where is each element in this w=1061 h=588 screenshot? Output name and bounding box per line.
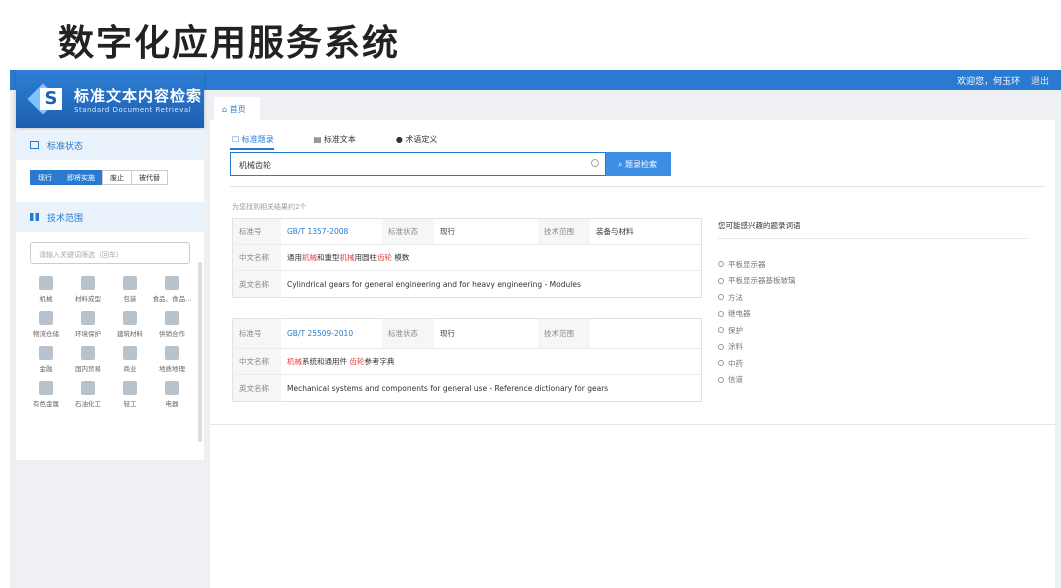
tab-catalog[interactable]: ☐ 标准题录 [232, 134, 294, 145]
search-icon [718, 261, 724, 268]
search-tabs: ☐ 标准题录 ▤ 标准文本 ● 术语定义 [232, 134, 477, 145]
category-item[interactable]: 环境保护 [68, 311, 108, 338]
logout-link[interactable]: 退出 [1031, 77, 1049, 87]
status-filter: 现行 即将实施 废止 被代替 [16, 160, 204, 200]
category-item[interactable]: 包装 [110, 276, 150, 303]
english-name: Cylindrical gears for general engineerin… [287, 279, 581, 289]
category-item[interactable]: 供销合作 [152, 311, 192, 338]
chemical-icon [81, 381, 95, 395]
divider [230, 186, 1045, 187]
category-item[interactable]: 石油化工 [68, 381, 108, 408]
tab-text[interactable]: ▤ 标准文本 [314, 134, 376, 145]
coop-icon [165, 311, 179, 325]
machinery-icon [39, 276, 53, 290]
truck-icon [39, 311, 53, 325]
content-bottom-divider [210, 424, 1055, 425]
package-icon [123, 276, 137, 290]
related-item[interactable]: 中药 [718, 355, 796, 372]
category-item[interactable]: 轻工 [110, 381, 150, 408]
category-item[interactable]: 金融 [26, 346, 66, 373]
status-section-header[interactable]: 标准状态 [16, 130, 204, 160]
related-item[interactable]: 方法 [718, 289, 796, 306]
status-button-abolished[interactable]: 废止 [102, 170, 132, 185]
food-icon [165, 276, 179, 290]
category-item[interactable]: 国内贸易 [68, 346, 108, 373]
result-count: 为您找到相关结果约2个 [232, 203, 307, 211]
search-icon [718, 277, 724, 284]
tech-section-header[interactable]: 技术范围 [16, 202, 204, 232]
chinese-name: 机械系统和通用件 齿轮参考字典 [287, 357, 395, 366]
search-icon [718, 343, 724, 350]
related-item[interactable]: 继电器 [718, 306, 796, 323]
chinese-name: 通用机械和重型机械用圆柱齿轮 模数 [287, 253, 410, 262]
welcome-text: 欢迎您，何玉环 [957, 77, 1021, 87]
related-item[interactable]: 涂料 [718, 339, 796, 356]
main-panel: ⌂ 首页 ☐ 标准题录 ▤ 标准文本 ● 术语定义 机械齿轮 ⌕ 题录检索 为您… [210, 90, 1055, 588]
result-card: 标准号 GB/T 25509-2010 标准状态 现行 技术范围 中文名称 机械… [232, 318, 702, 402]
standard-number-link[interactable]: GB/T 1357-2008 [281, 227, 382, 236]
user-info: 欢迎您，何玉环 退出 [957, 74, 1049, 87]
logo: S 标准文本内容检索 Standard Document Retrieval [16, 70, 204, 128]
search-icon [718, 376, 724, 383]
category-item[interactable]: 商业 [110, 346, 150, 373]
forming-icon [81, 276, 95, 290]
standard-number-link[interactable]: GB/T 25509-2010 [281, 329, 382, 338]
app-window: 欢迎您，何玉环 退出 S 标准文本内容检索 Standard Document … [10, 70, 1061, 588]
category-item[interactable]: 建筑材料 [110, 311, 150, 338]
english-name: Mechanical systems and components for ge… [287, 383, 609, 393]
category-item[interactable]: 材料成型 [68, 276, 108, 303]
related-list: 平板显示器 平板显示器基板玻璃 方法 继电器 保护 涂料 中药 信道 [718, 256, 796, 388]
related-item[interactable]: 信道 [718, 372, 796, 389]
active-tab-indicator [230, 148, 274, 150]
search-icon [718, 327, 724, 334]
trade-icon [81, 346, 95, 360]
recycle-icon [81, 311, 95, 325]
result-card: 标准号 GB/T 1357-2008 标准状态 现行 技术范围 装备与材料 中文… [232, 218, 702, 298]
category-item[interactable]: 有色金属 [26, 381, 66, 408]
logo-subtitle: Standard Document Retrieval [74, 105, 192, 114]
category-item[interactable]: 物流仓储 [26, 311, 66, 338]
category-item[interactable]: 电器 [152, 381, 192, 408]
commerce-icon [123, 346, 137, 360]
status-button-replaced[interactable]: 被代替 [131, 170, 168, 185]
electric-icon [165, 381, 179, 395]
tab-home[interactable]: ⌂ 首页 [214, 97, 260, 120]
category-item[interactable]: 地质地理 [152, 346, 192, 373]
search-button[interactable]: ⌕ 题录检索 [606, 152, 671, 176]
related-divider [718, 238, 1028, 239]
related-title: 您可能感兴趣的题录词语 [718, 221, 801, 230]
category-grid: 机械 材料成型 包装 食品、食品... 物流仓储 环境保护 建筑材料 供销合作 … [16, 264, 204, 408]
sidebar-scrollbar[interactable] [198, 262, 202, 442]
tech-filter-input[interactable]: 请输入关键词筛选（回车） [30, 242, 190, 264]
tab-terms[interactable]: ● 术语定义 [396, 134, 458, 145]
search-input[interactable]: 机械齿轮 [230, 152, 606, 176]
clear-icon[interactable] [591, 159, 599, 167]
search-icon [718, 310, 724, 317]
search-icon [718, 294, 724, 301]
status-button-current[interactable]: 现行 [30, 170, 60, 185]
related-item[interactable]: 平板显示器基板玻璃 [718, 273, 796, 290]
grid-icon [30, 213, 39, 221]
category-item[interactable]: 机械 [26, 276, 66, 303]
logo-icon: S [27, 82, 64, 116]
status-icon [30, 141, 39, 149]
metal-icon [39, 381, 53, 395]
coin-icon [39, 346, 53, 360]
sidebar: S 标准文本内容检索 Standard Document Retrieval 标… [16, 70, 204, 460]
map-icon [165, 346, 179, 360]
related-item[interactable]: 保护 [718, 322, 796, 339]
category-item[interactable]: 食品、食品... [152, 276, 192, 303]
logo-title: 标准文本内容检索 [74, 86, 203, 105]
light-industry-icon [123, 381, 137, 395]
status-button-upcoming[interactable]: 即将实施 [59, 170, 103, 185]
tab-strip: ⌂ 首页 [210, 90, 1055, 120]
slide-title: 数字化应用服务系统 [58, 23, 401, 64]
related-item[interactable]: 平板显示器 [718, 256, 796, 273]
building-icon [123, 311, 137, 325]
search-icon [718, 360, 724, 367]
